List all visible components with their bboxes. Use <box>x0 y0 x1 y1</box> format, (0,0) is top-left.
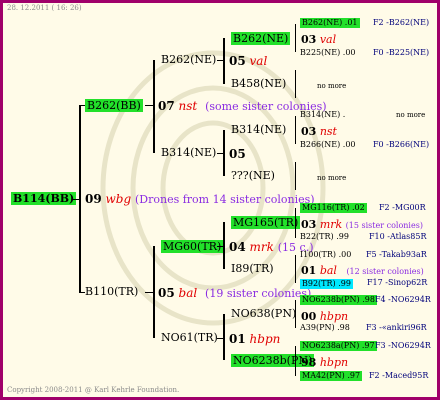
root-connector <box>73 199 81 200</box>
gen3-node-2[interactable]: B314(NE) <box>231 124 286 135</box>
gen1-0-branch <box>153 60 155 153</box>
gen2-1-info: 05 <box>229 147 246 161</box>
gen3-5-info: 01 bal (12 sister colonies) <box>301 264 424 277</box>
header-date: 28. 12.2011 ( 16: 26) <box>7 4 82 12</box>
root-parent-num: 09 <box>85 192 102 206</box>
root-node[interactable]: B114(BB) <box>11 192 77 205</box>
gen2-0-info: 05 val <box>229 54 268 68</box>
gen4-left-8[interactable]: NO6238b(PN) .98 <box>300 295 377 305</box>
gen2-3-info: 01 hbpn <box>229 332 281 346</box>
gen4-right-5: F10 -Atlas85R <box>369 232 427 241</box>
gen1-1-info: 05 bal (19 sister colonies) <box>158 286 312 300</box>
gen4-right-1: F0 -B225(NE) <box>373 48 430 57</box>
gen4-right-11: F2 -Maced95R <box>369 371 429 380</box>
footer-copyright: Copyright 2008-2011 @ Karl Kehrle Founda… <box>7 386 180 394</box>
gen2-node-1[interactable]: B314(NE) <box>161 147 216 158</box>
gen3-3-nomore: no more <box>317 174 347 182</box>
gen4-right-4: F2 -MG00R <box>379 203 426 212</box>
gen4-right-0: F2 -B262(NE) <box>373 18 430 27</box>
gen2-node-3[interactable]: NO61(TR) <box>161 332 218 343</box>
gen4-left-9[interactable]: A39(PN) .98 <box>300 324 350 332</box>
gen3-0-info: 03 val <box>301 33 337 46</box>
gen4-left-2[interactable]: B314(NE) . <box>300 111 345 119</box>
root-parent-code: wbg <box>105 192 132 206</box>
gen1-node-1[interactable]: B110(TR) <box>85 286 138 297</box>
gen4-left-1[interactable]: B225(NE) .00 <box>300 49 356 57</box>
gen3-node-0[interactable]: B262(NE) <box>231 32 291 45</box>
gen4-left-4[interactable]: MG116(TR) .02 <box>300 203 367 213</box>
gen3-2-info: 03 nst <box>301 125 337 138</box>
gen4-right-3: F0 -B266(NE) <box>373 140 430 149</box>
gen4-right-6: F5 -Takab93aR <box>366 250 427 259</box>
root-parent-note: (Drones from 14 sister colonies) <box>135 193 315 206</box>
gen4-left-7[interactable]: B92(TR) .99 <box>300 279 353 289</box>
pedigree-chart: 28. 12.2011 ( 16: 26) Copyright 2008-201… <box>0 0 440 400</box>
gen4-right-7: F17 -Sinop62R <box>367 278 428 287</box>
gen4-right-9: F3 -«ankiri96R <box>366 323 427 332</box>
gen2-node-2[interactable]: MG60(TR) <box>161 240 224 253</box>
gen4-right-10: F3 -NO6294R <box>375 341 431 350</box>
gen3-node-3[interactable]: ???(NE) <box>231 170 275 181</box>
gen3-node-1[interactable]: B458(NE) <box>231 78 286 89</box>
gen3-7-info: 98 hbpn <box>301 356 349 369</box>
gen4-left-10[interactable]: NO6238a(PN) .97 <box>300 341 377 351</box>
gen3-node-6[interactable]: NO638(PN) <box>231 308 296 319</box>
gen3-node-4[interactable]: MG165(TR) <box>231 216 301 229</box>
gen3-6-info: 00 hbpn <box>301 310 349 323</box>
gen4-left-3[interactable]: B266(NE) .00 <box>300 141 356 149</box>
gen4-left-6[interactable]: I100(TR) .00 <box>300 251 351 259</box>
gen4-left-0[interactable]: B262(NE) .01 <box>300 18 360 28</box>
gen4-right-8: F4 -NO6294R <box>375 295 431 304</box>
gen3-1-nomore: no more <box>317 82 347 90</box>
gen2-node-0[interactable]: B262(NE) <box>161 54 216 65</box>
gen4-left-5[interactable]: B22(TR) .99 <box>300 233 349 241</box>
gen3-node-5[interactable]: I89(TR) <box>231 263 274 274</box>
gen4-left-11[interactable]: MA42(PN) .97 <box>300 371 363 381</box>
gen3-4-info: 03 mrk (15 sister colonies) <box>301 218 423 231</box>
root-parent-info: 09 wbg (Drones from 14 sister colonies) <box>85 193 315 205</box>
gen1-node-0[interactable]: B262(BB) <box>85 99 143 112</box>
gen4-right-2: no more <box>396 111 426 119</box>
